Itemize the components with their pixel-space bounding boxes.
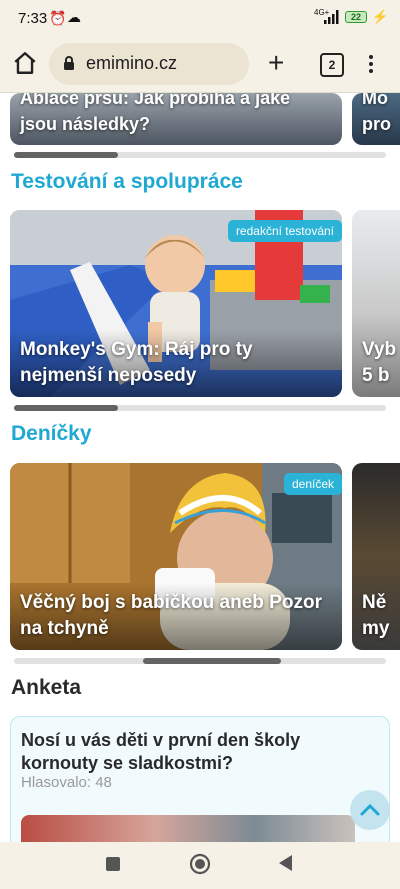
scroll-thumb[interactable] <box>142 658 281 664</box>
scroll-thumb[interactable] <box>14 152 118 158</box>
plus-icon[interactable]: + <box>268 48 284 78</box>
section-heading-testing[interactable]: Testování a spolupráce <box>11 170 243 194</box>
article-card-next[interactable]: Mo pro <box>352 93 400 145</box>
nav-home-icon[interactable] <box>188 852 212 876</box>
card-title: Vyb 5 b <box>362 339 397 386</box>
charging-icon: ⚡ <box>372 9 389 24</box>
section-heading-diaries[interactable]: Deníčky <box>11 422 92 446</box>
poll-votes: Hlasovalo: 48 <box>21 774 112 791</box>
article-card-next-diaries[interactable]: Ně my <box>352 463 400 650</box>
card-title: Věčný boj s babičkou aneb Pozor na tchyn… <box>20 592 322 639</box>
scroll-up-icon <box>360 803 380 816</box>
battery-icon: 22 <box>345 11 367 23</box>
section-heading-poll: Anketa <box>11 676 82 699</box>
poll-image <box>21 815 355 842</box>
scroll-thumb[interactable] <box>14 405 118 411</box>
scroll-track[interactable] <box>14 152 386 158</box>
article-card-ablace[interactable]: Ablace prsu: Jak probíhá a jaké jsou nás… <box>10 93 342 145</box>
poll-question[interactable]: Nosí u vás děti v první den školy kornou… <box>21 729 371 775</box>
signal-icon <box>324 10 339 24</box>
card-title: Ně my <box>362 592 390 639</box>
card-title: Mo pro <box>362 93 391 134</box>
cloud-icon: ☁ <box>67 9 81 25</box>
scroll-track[interactable] <box>14 658 386 664</box>
home-icon[interactable] <box>12 50 38 76</box>
card-title: Monkey's Gym: Ráj pro ty nejmenší nepose… <box>20 339 253 386</box>
article-card-babicka[interactable]: deníček Věčný boj s babičkou aneb Pozor … <box>10 463 342 650</box>
nav-square-icon[interactable] <box>106 857 120 871</box>
alarm-icon: ⏰ <box>49 10 67 26</box>
scroll-up-button[interactable] <box>350 790 390 830</box>
tabs-icon[interactable]: 2 <box>320 53 344 77</box>
scroll-track[interactable] <box>14 405 386 411</box>
article-card-next-testing[interactable]: Vyb 5 b <box>352 210 400 397</box>
card-tag: deníček <box>283 473 342 495</box>
card-title: Ablace prsu: Jak probíhá a jaké jsou nás… <box>20 93 291 134</box>
more-vert-icon[interactable] <box>364 52 378 76</box>
status-time: 7:33 <box>18 10 48 27</box>
card-tag: redakční testování <box>227 220 342 242</box>
nav-back-icon[interactable] <box>278 854 294 872</box>
lock-icon <box>64 56 74 70</box>
article-card-monkeys-gym[interactable]: redakční testování Monkey's Gym: Ráj pro… <box>10 210 342 397</box>
url-text: emimino.cz <box>86 53 178 73</box>
